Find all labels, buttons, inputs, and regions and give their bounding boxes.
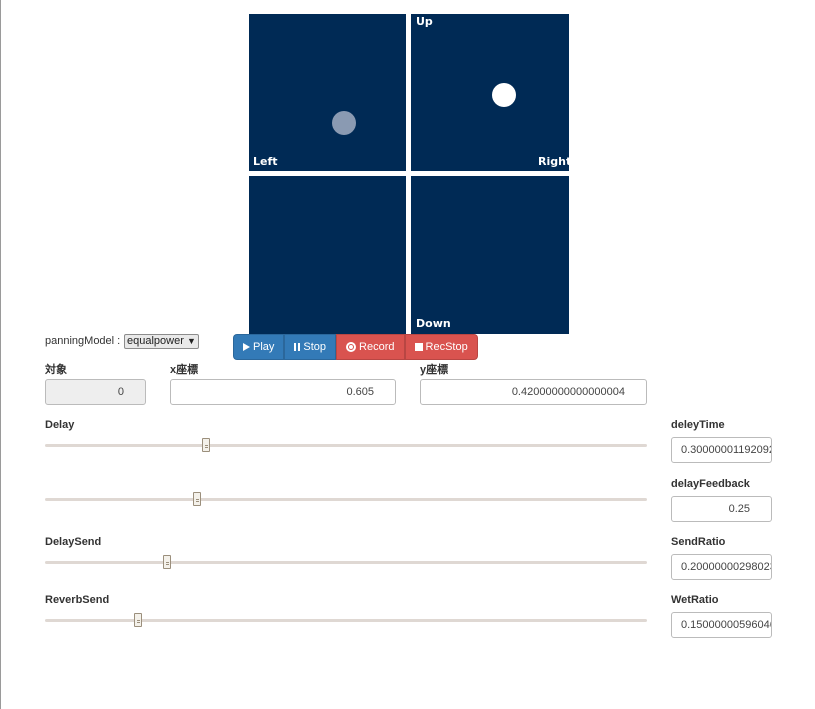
play-icon	[243, 343, 250, 351]
delay-time-slider[interactable]	[45, 438, 647, 452]
panning-model-select[interactable]: equalpower ▼	[124, 334, 199, 349]
rec-stop-label: RecStop	[425, 341, 468, 353]
x-coordinate-label: x座標	[170, 364, 199, 376]
send-ratio-label: SendRatio	[671, 536, 726, 548]
chevron-down-icon: ▼	[186, 336, 196, 346]
stop-square-icon	[414, 343, 423, 351]
stop-button[interactable]: Stop	[284, 334, 337, 360]
window-border	[0, 0, 1, 709]
play-label: Play	[253, 341, 275, 353]
target-label: 対象	[45, 364, 67, 376]
delay-label: Delay	[45, 419, 75, 431]
panner-pad[interactable]: Up Left Right Down	[249, 14, 572, 334]
delay-time-field[interactable]: 0.30000001192092896	[671, 437, 772, 463]
delay-send-slider[interactable]	[45, 555, 647, 569]
delay-feedback-slider-handle[interactable]	[193, 492, 201, 506]
pad-quadrant-top-left[interactable]	[249, 14, 406, 171]
panning-model-value: equalpower	[127, 335, 184, 347]
pause-icon	[294, 343, 301, 351]
x-coordinate-field[interactable]: 0.605	[170, 379, 396, 405]
pad-label-right: Right	[538, 155, 572, 168]
reverb-send-slider[interactable]	[45, 613, 647, 627]
source-dot[interactable]	[492, 83, 516, 107]
stop-label: Stop	[303, 341, 327, 353]
delay-time-slider-handle[interactable]	[202, 438, 210, 452]
y-coordinate-label: y座標	[420, 364, 449, 376]
transport-button-group: Play Stop Record RecStop	[233, 334, 478, 360]
delay-send-label: DelaySend	[45, 536, 102, 548]
y-coordinate-field[interactable]: 0.42000000000000004	[420, 379, 647, 405]
pad-quadrant-top-right[interactable]	[411, 14, 569, 171]
pad-label-down: Down	[416, 317, 451, 330]
pad-label-up: Up	[416, 15, 433, 28]
delay-feedback-field[interactable]: 0.25	[671, 496, 772, 522]
rec-stop-button[interactable]: RecStop	[404, 334, 478, 360]
pad-quadrant-bottom-right[interactable]	[411, 176, 569, 334]
delay-send-slider-handle[interactable]	[163, 555, 171, 569]
reverb-send-label: ReverbSend	[45, 594, 110, 606]
pad-quadrant-bottom-left[interactable]	[249, 176, 406, 334]
reverb-send-slider-handle[interactable]	[134, 613, 142, 627]
wet-ratio-field[interactable]: 0.15000000596046448	[671, 612, 772, 638]
pad-label-left: Left	[253, 155, 278, 168]
send-ratio-field[interactable]: 0.20000000298023224	[671, 554, 772, 580]
wet-ratio-label: WetRatio	[671, 594, 719, 606]
target-field: 0	[45, 379, 146, 405]
record-button[interactable]: Record	[336, 334, 405, 360]
delay-time-label: deleyTime	[671, 419, 725, 431]
play-button[interactable]: Play	[233, 334, 285, 360]
delay-feedback-label: delayFeedback	[671, 478, 750, 490]
delay-feedback-slider[interactable]	[45, 492, 647, 506]
panning-model-label: panningModel :	[45, 335, 121, 347]
listener-dot[interactable]	[332, 111, 356, 135]
record-icon	[346, 342, 357, 352]
record-label: Record	[359, 341, 395, 353]
